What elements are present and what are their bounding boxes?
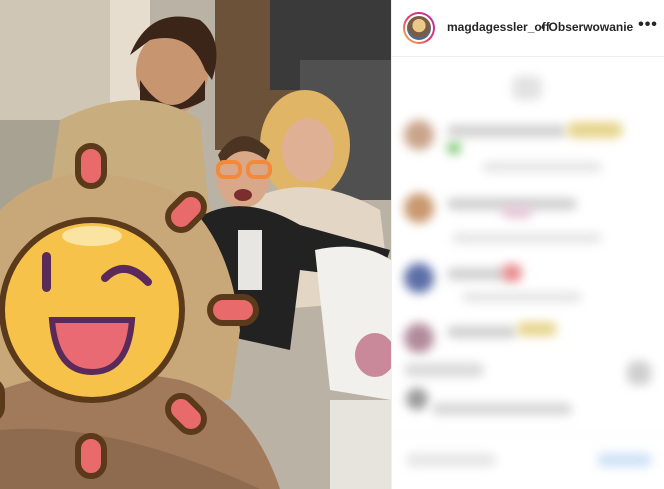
comments-blurred <box>392 58 664 489</box>
following-button[interactable]: • Obserwowanie <box>541 20 633 34</box>
more-options-icon[interactable]: ••• <box>638 15 658 35</box>
post-header: magdagessler_off • Obserwowanie ••• <box>392 0 664 57</box>
post-side-panel: magdagessler_off • Obserwowanie ••• <box>391 0 664 489</box>
post-photo[interactable] <box>0 0 391 489</box>
username-link[interactable]: magdagessler_off <box>447 20 550 34</box>
avatar[interactable] <box>403 12 435 44</box>
